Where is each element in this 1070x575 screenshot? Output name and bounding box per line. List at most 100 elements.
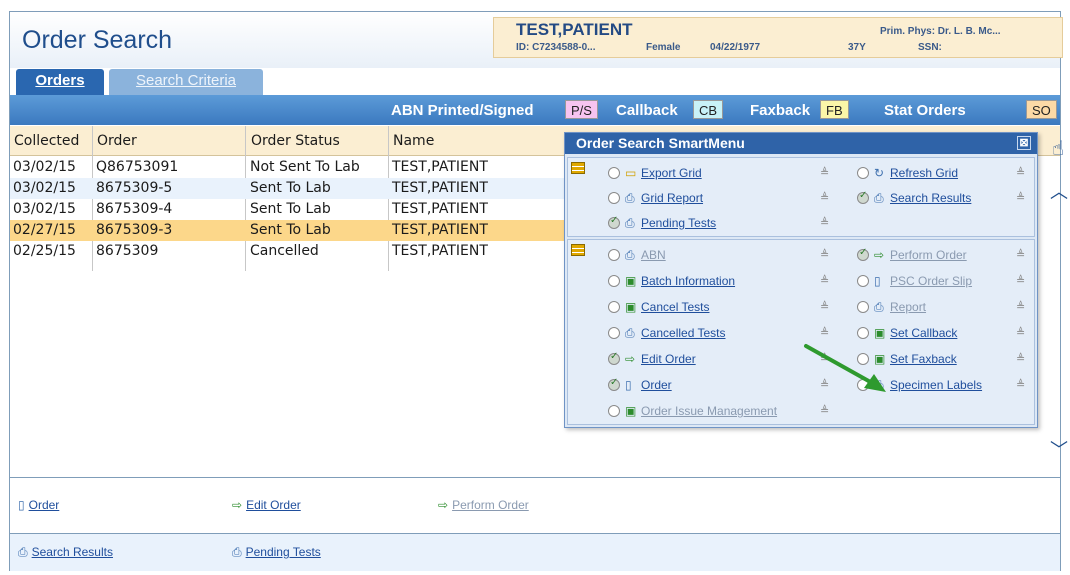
scroll-down-icon[interactable]: ﹀ — [1050, 436, 1068, 462]
menu-item-search-results[interactable]: ⎙ Search Results ≜ — [857, 189, 1037, 209]
callback-legend-code: CB — [693, 100, 724, 119]
page-icon: ▯ — [18, 498, 25, 512]
checkmark-toggle[interactable] — [857, 327, 869, 339]
action-order[interactable]: ▯ Order — [18, 498, 59, 512]
menu-item-label: Cancelled Tests — [641, 326, 726, 340]
arrow-icon: ⇨ — [232, 498, 243, 512]
smart-menu-title-text: Order Search SmartMenu — [576, 135, 745, 151]
status-legend-bar: ABN Printed/Signed P/S Callback CB Faxba… — [10, 95, 1060, 125]
menu-item-label: Batch Information — [641, 274, 736, 288]
cell-name: TEST,PATIENT — [392, 180, 488, 196]
checkmark-toggle[interactable] — [608, 192, 620, 204]
pin-icon[interactable]: ≜ — [820, 216, 829, 229]
pin-icon[interactable]: ≜ — [820, 274, 829, 287]
menu-item-label: Cancel Tests — [641, 300, 710, 314]
table-row-selected[interactable]: 02/27/15 8675309-3 Sent To Lab TEST,PATI… — [10, 220, 565, 241]
smart-menu-toggle-icon[interactable]: ☝ — [1052, 136, 1064, 160]
checkmark-toggle[interactable] — [608, 249, 620, 261]
checkmark-toggle[interactable] — [608, 215, 620, 229]
table-row[interactable]: 03/02/15 8675309-5 Sent To Lab TEST,PATI… — [10, 178, 565, 199]
action-bar-primary: ▯ Order ⇨ Edit Order ⇨ Perform Order — [10, 477, 1060, 533]
action-label: Perform Order — [452, 498, 529, 512]
pin-icon[interactable]: ≜ — [820, 248, 829, 261]
arrow-icon: ⇨ — [438, 498, 449, 512]
menu-item-label: Specimen Labels — [890, 378, 983, 392]
menu-item-psc-order-slip[interactable]: ▯ PSC Order Slip ≜ — [857, 272, 1037, 292]
patient-banner: TEST,PATIENT ID: C7234588-0... Female 04… — [493, 17, 1063, 58]
checkmark-toggle[interactable] — [608, 351, 620, 365]
pin-icon[interactable]: ≜ — [1016, 274, 1025, 287]
table-row[interactable]: 02/25/15 8675309 Cancelled TEST,PATIENT — [10, 241, 565, 262]
cell-order: 8675309 — [96, 243, 159, 259]
checkmark-toggle[interactable] — [608, 301, 620, 313]
abn-legend-code: P/S — [565, 100, 598, 119]
checkmark-toggle[interactable] — [857, 247, 869, 261]
menu-item-batch-information[interactable]: ▣ Batch Information ≜ — [608, 272, 848, 292]
checkmark-toggle[interactable] — [608, 377, 620, 391]
action-search-results[interactable]: ⎙ Search Results — [18, 545, 113, 560]
pin-icon[interactable]: ≜ — [1016, 378, 1025, 391]
menu-item-report[interactable]: ⎙ Report ≜ — [857, 298, 1037, 318]
menu-item-cancelled-tests[interactable]: ⎙ Cancelled Tests ≜ — [608, 324, 848, 344]
checkmark-toggle[interactable] — [608, 405, 620, 417]
printer-icon: ⎙ — [874, 300, 884, 314]
menu-item-perform-order[interactable]: ⇨ Perform Order ≜ — [857, 246, 1037, 266]
pin-icon[interactable]: ≜ — [1016, 326, 1025, 339]
table-row[interactable]: 03/02/15 8675309-4 Sent To Lab TEST,PATI… — [10, 199, 565, 220]
checkmark-toggle[interactable] — [857, 301, 869, 313]
checkmark-toggle[interactable] — [857, 167, 869, 179]
cell-status: Cancelled — [250, 243, 319, 259]
pin-icon[interactable]: ≜ — [820, 404, 829, 417]
checkmark-toggle[interactable] — [857, 275, 869, 287]
printer-icon: ⎙ — [625, 216, 635, 230]
printer-icon: ⎙ — [625, 191, 635, 205]
action-pending-tests[interactable]: ⎙ Pending Tests — [232, 545, 321, 560]
menu-item-label: Order — [641, 378, 672, 392]
column-order-status[interactable]: Order Status — [251, 133, 340, 149]
menu-item-grid-report[interactable]: ⎙ Grid Report ≜ — [608, 189, 848, 209]
patient-id: ID: C7234588-0... — [516, 42, 596, 53]
menu-item-label: PSC Order Slip — [890, 274, 973, 288]
pin-icon[interactable]: ≜ — [820, 326, 829, 339]
menu-item-label: Set Faxback — [890, 352, 957, 366]
action-perform-order[interactable]: ⇨ Perform Order — [438, 498, 529, 512]
column-name[interactable]: Name — [393, 133, 434, 149]
checkmark-toggle[interactable] — [857, 190, 869, 204]
pin-icon[interactable]: ≜ — [1016, 191, 1025, 204]
menu-item-abn[interactable]: ⎙ ABN ≜ — [608, 246, 848, 266]
pin-icon[interactable]: ≜ — [820, 300, 829, 313]
column-collected[interactable]: Collected — [14, 133, 79, 149]
table-row[interactable]: 03/02/15 Q86753091 Not Sent To Lab TEST,… — [10, 157, 565, 178]
stat-legend-label: Stat Orders — [884, 102, 966, 119]
menu-item-cancel-tests[interactable]: ▣ Cancel Tests ≜ — [608, 298, 848, 318]
menu-item-set-callback[interactable]: ▣ Set Callback ≜ — [857, 324, 1037, 344]
pin-icon[interactable]: ≜ — [1016, 166, 1025, 179]
action-label: Search Results — [31, 545, 113, 559]
checkmark-toggle[interactable] — [608, 167, 620, 179]
close-icon[interactable]: ⊠ — [1017, 136, 1031, 150]
action-edit-order[interactable]: ⇨ Edit Order — [232, 498, 301, 512]
patient-dob: 04/22/1977 — [710, 42, 761, 53]
menu-item-order-issue-management[interactable]: ▣ Order Issue Management ≜ — [608, 402, 848, 422]
column-order[interactable]: Order — [97, 133, 137, 149]
abn-legend-label: ABN Printed/Signed — [391, 102, 534, 119]
pin-icon[interactable]: ≜ — [820, 191, 829, 204]
cell-name: TEST,PATIENT — [392, 159, 488, 175]
menu-item-label: Pending Tests — [641, 216, 717, 230]
scroll-up-icon[interactable]: ︿ — [1050, 178, 1068, 204]
menu-item-refresh-grid[interactable]: ↻ Refresh Grid ≜ — [857, 164, 1037, 184]
menu-item-label: Order Issue Management — [641, 404, 778, 418]
order-search-window: Order Search TEST,PATIENT ID: C7234588-0… — [9, 11, 1068, 571]
pin-icon[interactable]: ≜ — [1016, 248, 1025, 261]
menu-item-pending-tests[interactable]: ⎙ Pending Tests ≜ — [608, 214, 848, 234]
refresh-icon: ↻ — [874, 166, 885, 180]
pin-icon[interactable]: ≜ — [1016, 352, 1025, 365]
tab-search-criteria[interactable]: Search Criteria — [109, 69, 263, 95]
checkmark-toggle[interactable] — [608, 275, 620, 287]
printer-icon: ⎙ — [18, 545, 28, 559]
pin-icon[interactable]: ≜ — [820, 166, 829, 179]
checkmark-toggle[interactable] — [608, 327, 620, 339]
tab-orders[interactable]: Orders — [16, 69, 104, 95]
pin-icon[interactable]: ≜ — [1016, 300, 1025, 313]
menu-item-export-grid[interactable]: ▭ Export Grid ≜ — [608, 164, 848, 184]
